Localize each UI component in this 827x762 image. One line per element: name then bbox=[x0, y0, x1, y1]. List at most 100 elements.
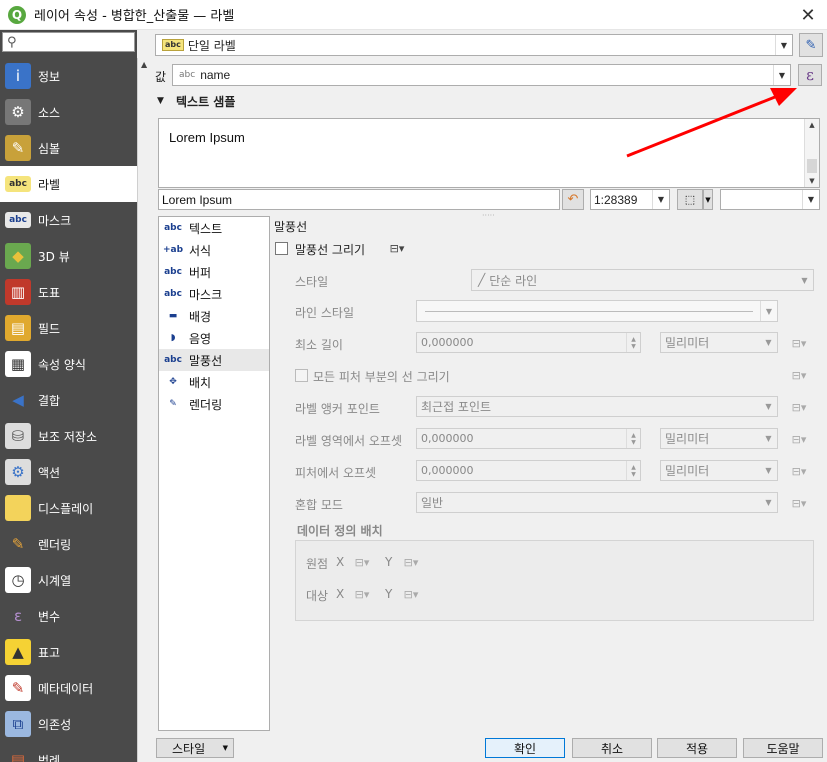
data-defined-override-icon[interactable]: ⊟▾ bbox=[789, 366, 809, 384]
sidebar-item-label: 3D 뷰 bbox=[38, 249, 70, 264]
chevron-down-icon: ▼ bbox=[760, 301, 777, 321]
subtab-label: 서식 bbox=[189, 243, 212, 258]
auto-placement-button[interactable]: ✎ bbox=[799, 33, 823, 57]
sidebar-item-label: 마스크 bbox=[38, 213, 72, 228]
sidebar-search-input[interactable]: ⚲ bbox=[2, 32, 135, 52]
style-menu-button[interactable]: 스타일 ▼ bbox=[156, 738, 234, 758]
sidebar-item-18[interactable]: ⧉ 의존성 bbox=[0, 706, 137, 742]
subtab-icon: abc bbox=[164, 223, 182, 233]
data-defined-override-icon[interactable]: ⊟▾ bbox=[789, 462, 809, 480]
subtab-item-1[interactable]: +ab 서식 bbox=[159, 239, 269, 261]
offset-from-feature-unit-combo[interactable]: 밀리미터 ▼ bbox=[660, 460, 778, 481]
scroll-down-icon[interactable]: ▼ bbox=[805, 177, 819, 185]
preview-sample-text: Lorem Ipsum bbox=[169, 130, 245, 145]
sidebar-item-8[interactable]: ▦ 속성 양식 bbox=[0, 346, 137, 382]
sidebar-item-7[interactable]: ▤ 필드 bbox=[0, 310, 137, 346]
subtab-item-2[interactable]: abc 버퍼 bbox=[159, 261, 269, 283]
anchor-point-combo[interactable]: 최근접 포인트 ▼ bbox=[416, 396, 778, 417]
reset-sample-button[interactable]: ↶ bbox=[562, 189, 584, 210]
background-color-button[interactable]: ▼ bbox=[720, 189, 820, 210]
sidebar-scrollbar[interactable]: ▲ bbox=[137, 58, 152, 762]
spin-arrows-icon[interactable]: ▲ ▼ bbox=[626, 333, 640, 352]
line-style-button[interactable]: ▼ bbox=[416, 300, 778, 322]
sidebar-item-3[interactable]: abc 라벨 bbox=[0, 166, 137, 202]
sidebar-item-label: 속성 양식 bbox=[38, 357, 86, 372]
sidebar-item-19[interactable]: ▤ 범례 bbox=[0, 742, 137, 762]
preview-scrollbar[interactable]: ▲ ▼ bbox=[804, 119, 819, 187]
sidebar-item-14[interactable]: ◷ 시계열 bbox=[0, 562, 137, 598]
data-defined-override-icon[interactable]: ⊟▾ bbox=[352, 553, 372, 571]
data-defined-override-icon[interactable]: ⊟▾ bbox=[401, 585, 421, 603]
ok-button[interactable]: 확인 bbox=[485, 738, 565, 758]
min-length-unit-combo[interactable]: 밀리미터 ▼ bbox=[660, 332, 778, 353]
offset-from-label-spinbox[interactable]: 0,000000 ▲ ▼ bbox=[416, 428, 641, 449]
subtab-item-3[interactable]: abc 마스크 bbox=[159, 283, 269, 305]
draw-all-parts-checkbox[interactable] bbox=[295, 369, 308, 382]
sidebar-item-label: 도표 bbox=[38, 285, 61, 300]
data-defined-override-icon[interactable]: ⊟▾ bbox=[401, 553, 421, 571]
sidebar-item-label: 소스 bbox=[38, 105, 61, 120]
callout-style-value: 단순 라인 bbox=[489, 273, 538, 288]
sidebar-item-label: 의존성 bbox=[38, 717, 72, 732]
blend-mode-combo[interactable]: 일반 ▼ bbox=[416, 492, 778, 513]
sidebar-item-13[interactable]: ✎ 렌더링 bbox=[0, 526, 137, 562]
value-field-combo[interactable]: abc name ▼ bbox=[172, 64, 791, 86]
offset-from-label-unit-combo[interactable]: 밀리미터 ▼ bbox=[660, 428, 778, 449]
sidebar-item-16[interactable]: ▲ 표고 bbox=[0, 634, 137, 670]
spin-arrows-icon[interactable]: ▲ ▼ bbox=[626, 429, 640, 448]
min-length-spinbox[interactable]: 0,000000 ▲ ▼ bbox=[416, 332, 641, 353]
origin-x-label: X bbox=[336, 555, 345, 569]
sidebar-item-5[interactable]: ◆ 3D 뷰 bbox=[0, 238, 137, 274]
expression-button[interactable]: ε bbox=[798, 64, 822, 86]
sidebar-item-4[interactable]: abc 마스크 bbox=[0, 202, 137, 238]
data-defined-override-icon[interactable]: ⊟▾ bbox=[789, 430, 809, 448]
scale-combo[interactable]: 1:28389 ▼ bbox=[590, 189, 670, 210]
scroll-thumb[interactable] bbox=[807, 159, 817, 173]
callout-style-combo[interactable]: ╱ 단순 라인 ▼ bbox=[471, 269, 814, 291]
sidebar-item-label: 필드 bbox=[38, 321, 61, 336]
label-mode-combo[interactable]: abc 단일 라벨 ▼ bbox=[155, 34, 793, 56]
sample-text-input[interactable]: Lorem Ipsum bbox=[158, 189, 560, 210]
auxiliary-storage-icon: ⛁ bbox=[5, 423, 31, 449]
subtab-item-7[interactable]: ✥ 배치 bbox=[159, 371, 269, 393]
offset-from-feature-spinbox[interactable]: 0,000000 ▲ ▼ bbox=[416, 460, 641, 481]
sidebar-item-label: 라벨 bbox=[38, 177, 61, 192]
draw-callouts-checkbox[interactable] bbox=[275, 242, 288, 255]
subtab-icon: ✥ bbox=[169, 377, 177, 387]
subtab-item-0[interactable]: abc 텍스트 bbox=[159, 217, 269, 239]
sidebar-item-1[interactable]: ⚙ 소스 bbox=[0, 94, 137, 130]
data-defined-override-icon[interactable]: ⊟▾ bbox=[352, 585, 372, 603]
close-icon[interactable]: ✕ bbox=[797, 4, 819, 26]
subtab-item-4[interactable]: ▬ 배경 bbox=[159, 305, 269, 327]
splitter-handle[interactable]: ····· bbox=[482, 211, 495, 220]
spin-arrows-icon[interactable]: ▲ ▼ bbox=[626, 461, 640, 480]
data-defined-override-icon[interactable]: ⊟▾ bbox=[387, 239, 407, 257]
scroll-up-icon[interactable]: ▲ bbox=[141, 60, 147, 69]
value-label: 값 bbox=[155, 70, 167, 84]
data-defined-override-icon[interactable]: ⊟▾ bbox=[789, 334, 809, 352]
sidebar-item-9[interactable]: ◀ 결합 bbox=[0, 382, 137, 418]
sidebar-item-10[interactable]: ⛁ 보조 저장소 bbox=[0, 418, 137, 454]
help-button[interactable]: 도움말 bbox=[743, 738, 823, 758]
chevron-down-icon: ▼ bbox=[802, 190, 819, 209]
sidebar-item-label: 심볼 bbox=[38, 141, 61, 156]
apply-button[interactable]: 적용 bbox=[657, 738, 737, 758]
subtab-item-8[interactable]: ✎ 렌더링 bbox=[159, 393, 269, 415]
cancel-button[interactable]: 취소 bbox=[572, 738, 652, 758]
sidebar-item-11[interactable]: ⚙ 액션 bbox=[0, 454, 137, 490]
sidebar-item-0[interactable]: i 정보 bbox=[0, 58, 137, 94]
data-defined-override-icon[interactable]: ⊟▾ bbox=[789, 494, 809, 512]
subtab-item-6[interactable]: abc 말풍선 bbox=[159, 349, 269, 371]
subtab-item-5[interactable]: ◗ 음영 bbox=[159, 327, 269, 349]
sidebar-item-15[interactable]: ε 변수 bbox=[0, 598, 137, 634]
sidebar-item-6[interactable]: ▥ 도표 bbox=[0, 274, 137, 310]
subtab-label: 렌더링 bbox=[189, 397, 223, 412]
sidebar-item-12[interactable]: ◖ 디스플레이 bbox=[0, 490, 137, 526]
map-scale-button[interactable]: ⬚ bbox=[677, 189, 703, 210]
data-defined-override-icon[interactable]: ⊟▾ bbox=[789, 398, 809, 416]
sidebar-item-2[interactable]: ✎ 심볼 bbox=[0, 130, 137, 166]
sidebar-item-17[interactable]: ✎ 메타데이터 bbox=[0, 670, 137, 706]
map-scale-dropdown[interactable]: ▼ bbox=[703, 189, 713, 210]
collapse-arrow-icon[interactable]: ▼ bbox=[157, 96, 164, 106]
scroll-up-icon[interactable]: ▲ bbox=[805, 121, 819, 129]
